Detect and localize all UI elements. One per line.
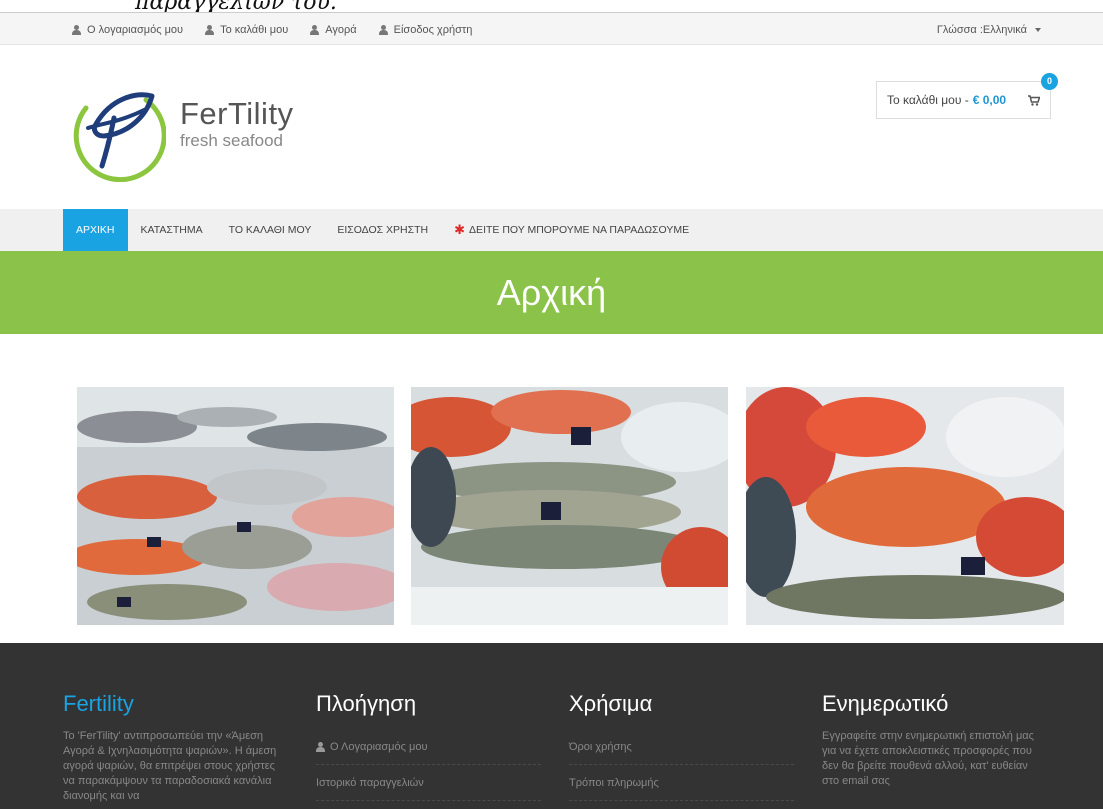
cart-label: Το καλάθι μου - <box>887 93 969 107</box>
photo-gallery <box>77 387 1064 625</box>
nav-item-login[interactable]: ΕΙΣΟΔΟΣ ΧΡΗΣΤΗ <box>324 209 441 251</box>
footer-link-label: Όροι χρήσης <box>569 740 632 753</box>
footer-about-title: Fertility <box>63 691 134 716</box>
user-icon <box>310 24 320 35</box>
fish-photo[interactable] <box>411 387 728 625</box>
fish-photo-image <box>77 387 394 625</box>
fish-photo[interactable] <box>746 387 1064 625</box>
footer-link-order-history[interactable]: Ιστορικό παραγγελιών <box>316 765 541 801</box>
footer-link-account[interactable]: Ο Λογαριασμός μου <box>316 729 541 765</box>
fish-logo-icon <box>73 92 167 183</box>
nav-item-label: ΤΟ ΚΑΛΑΘΙ ΜΟΥ <box>228 224 312 236</box>
footer-useful-title: Χρήσιμα <box>569 691 653 716</box>
nav-item-label: ΔΕΙΤΕ ΠΟΥ ΜΠΟΡΟΥΜΕ ΝΑ ΠΑΡΑΔΩΣΟΥΜΕ <box>469 224 690 236</box>
language-selector[interactable]: Γλώσσα :Ελληνικά <box>937 13 1041 46</box>
fish-photo-image <box>411 387 728 625</box>
user-icon <box>378 24 388 35</box>
top-link-label: Είσοδος χρήστη <box>393 23 473 36</box>
nav-item-delivery[interactable]: ✱ ΔΕΙΤΕ ΠΟΥ ΜΠΟΡΟΥΜΕ ΝΑ ΠΑΡΑΔΩΣΟΥΜΕ <box>441 209 702 251</box>
footer-link-label: Τρόποι πληρωμής <box>569 776 659 789</box>
main-nav: ΑΡΧΙΚΗ ΚΑΤΑΣΤΗΜΑ ΤΟ ΚΑΛΑΘΙ ΜΟΥ ΕΙΣΟΔΟΣ Χ… <box>0 209 1103 251</box>
page-title: Αρχική <box>496 271 607 313</box>
footer-about: Fertility Το 'FerTility' αντιπροσωπεύει … <box>63 691 288 804</box>
caret-down-icon <box>1035 27 1041 32</box>
nav-item-label: ΕΙΣΟΔΟΣ ΧΡΗΣΤΗ <box>337 224 429 236</box>
nav-item-label: ΑΡΧΙΚΗ <box>76 224 115 236</box>
nav-item-store[interactable]: ΚΑΤΑΣΤΗΜΑ <box>128 209 216 251</box>
cart-icon <box>1028 95 1040 106</box>
top-link-login[interactable]: Είσοδος χρήστη <box>378 23 473 36</box>
user-icon <box>72 24 81 35</box>
fish-photo-image <box>746 387 1064 625</box>
top-link-cart[interactable]: Το καλάθι μου <box>205 24 288 36</box>
footer-newsletter-title: Ενημερωτικό <box>822 691 949 716</box>
footer-useful: Χρήσιμα Όροι χρήσης Τρόποι πληρωμής <box>569 691 794 801</box>
logo-tagline: fresh seafood <box>180 131 284 150</box>
nav-item-label: ΚΑΤΑΣΤΗΜΑ <box>140 224 203 236</box>
logo-text: FerTility fresh seafood <box>180 98 294 151</box>
nav-item-cart[interactable]: ΤΟ ΚΑΛΑΘΙ ΜΟΥ <box>216 209 325 251</box>
nav-item-home[interactable]: ΑΡΧΙΚΗ <box>63 209 128 251</box>
language-label: Γλώσσα :Ελληνικά <box>936 23 1027 36</box>
footer-newsletter: Ενημερωτικό Εγγραφείτε στην ενημερωτική … <box>822 691 1047 789</box>
cart-summary-button[interactable]: Το καλάθι μου - € 0,00 <box>876 81 1051 119</box>
footer-navigation: Πλοήγηση Ο Λογαριασμός μου Ιστορικό παρα… <box>316 691 541 801</box>
site-logo[interactable]: FerTility fresh seafood <box>66 78 306 183</box>
footer-link-label: Ο Λογαριασμός μου <box>330 740 428 753</box>
footer-newsletter-text: Εγγραφείτε στην ενημερωτική επιστολή μας… <box>822 730 1034 787</box>
footer-about-text: Το 'FerTility' αντιπροσωπεύει την «Άμεση… <box>63 730 277 802</box>
cart-amount: € 0,00 <box>972 93 1007 107</box>
logo-name: FerTility <box>180 96 294 131</box>
page-banner: Αρχική <box>0 251 1103 334</box>
user-icon <box>205 24 215 35</box>
asterisk-icon: ✱ <box>454 222 466 237</box>
footer-link-payment[interactable]: Τρόποι πληρωμής <box>569 765 794 801</box>
top-bar: Ο λογαριασμός μου Το καλάθι μου Αγορά Εί… <box>0 12 1103 45</box>
footer-navigation-title: Πλοήγηση <box>316 691 417 716</box>
site-footer: Fertility Το 'FerTility' αντιπροσωπεύει … <box>0 643 1103 809</box>
top-link-label: Το καλάθι μου <box>220 23 289 36</box>
top-link-label: Αγορά <box>325 23 357 36</box>
top-link-shop[interactable]: Αγορά <box>310 23 357 36</box>
top-link-account[interactable]: Ο λογαριασμός μου <box>72 24 183 36</box>
top-link-label: Ο λογαριασμός μου <box>87 23 184 36</box>
user-icon <box>316 741 325 752</box>
cart-count-badge: 0 <box>1041 73 1058 90</box>
footer-link-label: Ιστορικό παραγγελιών <box>316 776 424 789</box>
fish-photo[interactable] <box>77 387 394 625</box>
footer-link-terms[interactable]: Όροι χρήσης <box>569 729 794 765</box>
top-bar-links: Ο λογαριασμός μου Το καλάθι μου Αγορά Εί… <box>72 13 472 46</box>
